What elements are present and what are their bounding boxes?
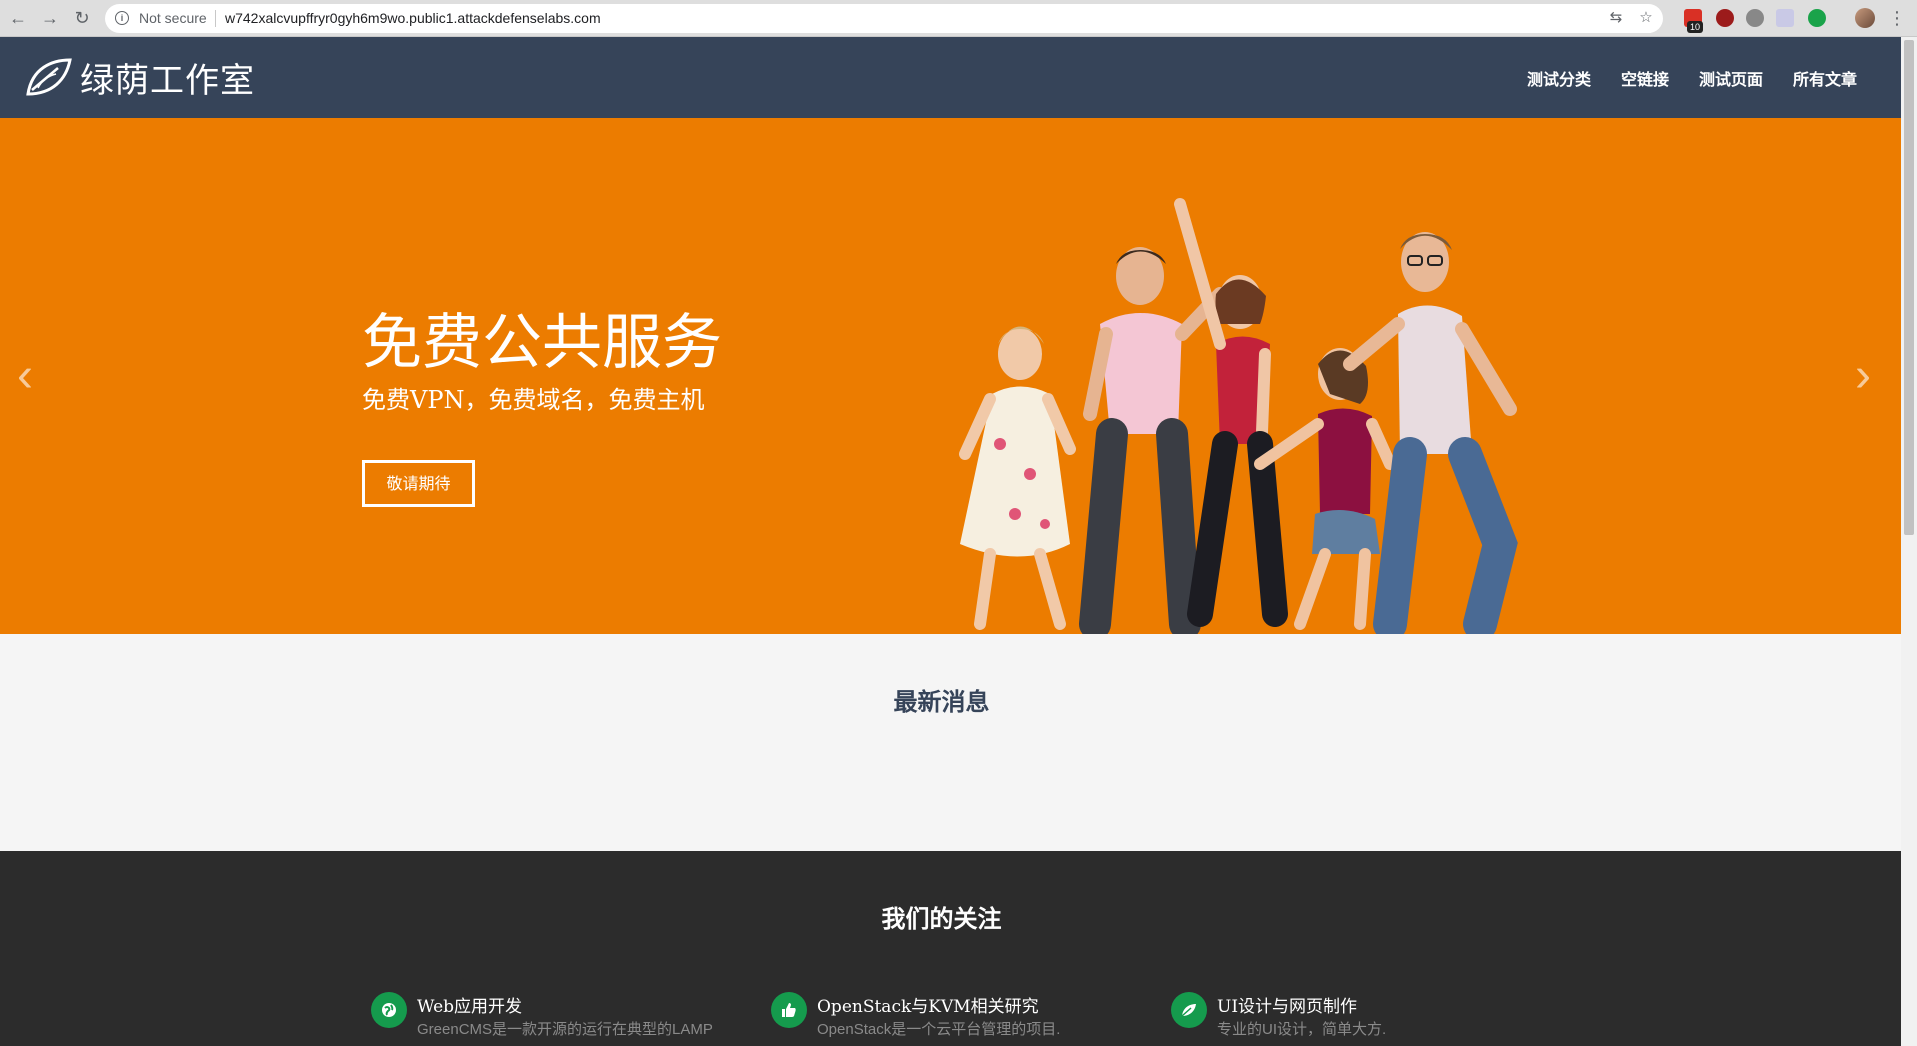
feature-description: GreenCMS是一款开源的运行在典型的LAMP	[417, 1021, 713, 1038]
back-icon[interactable]: ←	[6, 6, 30, 30]
browser-menu-icon[interactable]: ⋮	[1888, 6, 1906, 30]
main-nav: 测试分类 空链接 测试页面 所有文章	[1497, 37, 1857, 118]
forward-icon[interactable]: →	[38, 6, 62, 30]
carousel-prev-icon[interactable]: ‹	[5, 346, 45, 406]
people-photo	[959, 198, 1518, 634]
focus-section: 我们的关注 Web应用开发 GreenCMS是一款开源的运行在典型的LAMP O…	[0, 851, 1901, 1046]
hero-title: 免费公共服务	[362, 308, 722, 378]
translate-icon[interactable]: ⇆	[1607, 9, 1625, 27]
web-page: 绿荫工作室 测试分类 空链接 测试页面 所有文章 ‹ › 免费公共服务 免费VP…	[0, 37, 1901, 1046]
site-logo[interactable]: 绿荫工作室	[22, 49, 255, 105]
nav-test-category[interactable]: 测试分类	[1527, 66, 1591, 90]
scrollbar-thumb[interactable]	[1904, 40, 1914, 535]
nav-all-articles[interactable]: 所有文章	[1793, 66, 1857, 90]
news-section: 最新消息	[0, 634, 1901, 851]
profile-avatar[interactable]	[1855, 8, 1875, 28]
reload-icon[interactable]: ↻	[70, 6, 94, 30]
coming-soon-button[interactable]: 敬请期待	[362, 460, 475, 507]
hero-carousel: ‹ › 免费公共服务 免费VPN，免费域名，免费主机 敬请期待	[0, 118, 1901, 634]
focus-title: 我们的关注	[881, 905, 1002, 933]
info-icon[interactable]: i	[115, 11, 129, 25]
nav-test-page[interactable]: 测试页面	[1699, 66, 1763, 90]
bookmark-star-icon[interactable]: ☆	[1637, 9, 1655, 27]
address-bar[interactable]: i Not secure w742xalcvupffryr0gyh6m9wo.p…	[105, 4, 1663, 33]
carousel-next-icon[interactable]: ›	[1843, 346, 1883, 406]
person-1	[959, 326, 1076, 630]
leaf-logo-icon	[22, 54, 74, 100]
globe-icon	[371, 992, 407, 1028]
feature-name[interactable]: Web应用开发	[417, 992, 522, 1017]
feature-name[interactable]: OpenStack与KVM相关研究	[817, 992, 1039, 1017]
browser-toolbar: ← → ↻ i Not secure w742xalcvupffryr0gyh6…	[0, 0, 1917, 37]
news-title: 最新消息	[893, 688, 990, 716]
security-label[interactable]: Not secure	[139, 10, 207, 26]
logo-text: 绿荫工作室	[80, 60, 255, 101]
leaf-icon	[1171, 992, 1207, 1028]
hero-subtitle: 免费VPN，免费域名，免费主机	[362, 386, 705, 414]
extension-badge: 10	[1687, 21, 1704, 33]
feature-description: OpenStack是一个云平台管理的项目.	[817, 1021, 1061, 1038]
ublock-icon[interactable]	[1716, 9, 1734, 27]
feature-description: 专业的UI设计，简单大方.	[1217, 1021, 1387, 1038]
omnibox-divider	[215, 10, 216, 27]
php-extension-icon[interactable]	[1776, 9, 1794, 27]
nav-empty-link[interactable]: 空链接	[1621, 66, 1669, 90]
page-scrollbar[interactable]	[1901, 37, 1917, 1046]
site-header: 绿荫工作室 测试分类 空链接 测试页面 所有文章	[0, 37, 1901, 118]
extension-icon-3[interactable]	[1746, 9, 1764, 27]
extension-icon-5[interactable]	[1808, 9, 1826, 27]
feature-name[interactable]: UI设计与网页制作	[1217, 992, 1357, 1017]
thumbs-up-icon	[771, 992, 807, 1028]
url-text[interactable]: w742xalcvupffryr0gyh6m9wo.public1.attack…	[225, 10, 601, 26]
